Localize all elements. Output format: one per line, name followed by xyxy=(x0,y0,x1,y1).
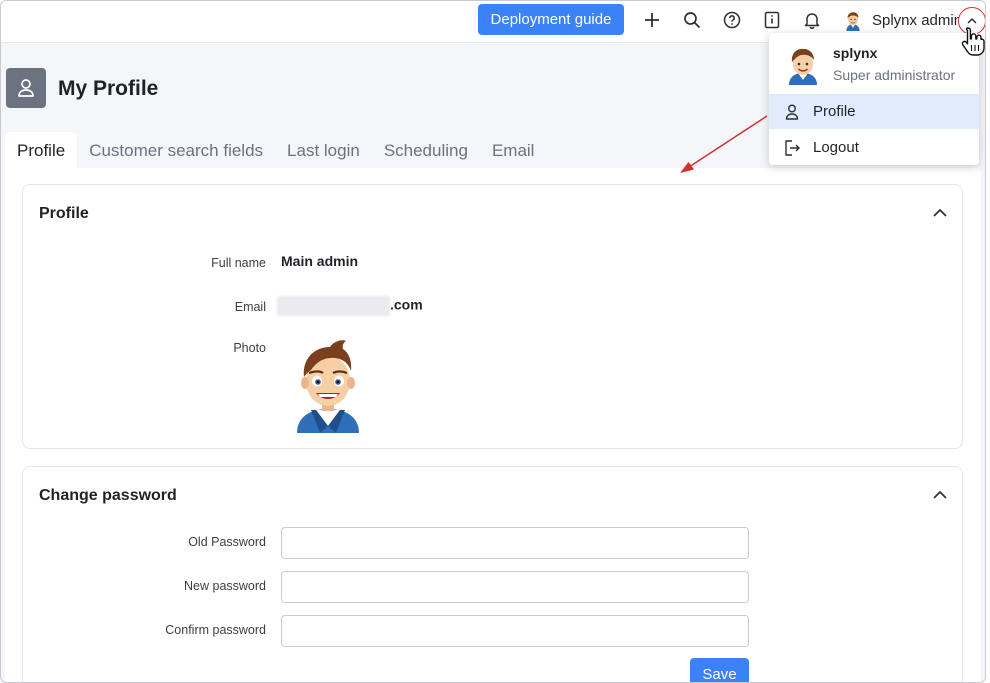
app-window: Deployment guide Splynx admin My Profile… xyxy=(0,0,986,683)
profile-card: Profile Full name Main admin Email .com … xyxy=(22,184,963,449)
new-password-input[interactable] xyxy=(281,571,749,603)
menu-item-profile-label: Profile xyxy=(813,103,856,120)
confirm-password-label: Confirm password xyxy=(165,623,266,637)
profile-photo-avatar xyxy=(297,340,359,433)
full-name-value: Main admin xyxy=(281,253,359,269)
collapse-chevron-icon[interactable] xyxy=(932,487,948,503)
change-password-title: Change password xyxy=(39,487,177,504)
confirm-password-input[interactable] xyxy=(281,615,749,647)
menu-item-logout-label: Logout xyxy=(813,139,859,156)
logout-icon xyxy=(785,139,800,156)
old-password-label: Old Password xyxy=(188,535,266,549)
change-password-card: Change password Old Password New passwor… xyxy=(22,466,963,682)
save-button[interactable]: Save xyxy=(690,658,749,682)
deployment-guide-button[interactable]: Deployment guide xyxy=(478,4,624,35)
user-avatar-icon[interactable] xyxy=(842,9,864,31)
profile-card-title: Profile xyxy=(39,205,89,222)
profile-page-icon xyxy=(6,68,46,108)
user-dropdown-menu: splynx Super administrator Profile Logou… xyxy=(769,33,979,165)
dropdown-user-role: Super administrator xyxy=(833,67,956,83)
menu-item-logout[interactable]: Logout xyxy=(769,130,979,165)
email-label: Email xyxy=(234,300,266,314)
tab-customer-search-fields[interactable]: Customer search fields xyxy=(77,132,275,168)
full-name-label: Full name xyxy=(211,256,266,270)
info-icon[interactable] xyxy=(761,9,783,31)
email-suffix: .com xyxy=(390,296,423,313)
user-icon xyxy=(785,104,799,120)
collapse-chevron-icon[interactable] xyxy=(932,205,948,221)
email-value: .com xyxy=(277,296,423,316)
page-title: My Profile xyxy=(58,77,159,100)
new-password-label: New password xyxy=(184,579,266,593)
tab-profile[interactable]: Profile xyxy=(5,132,78,168)
old-password-input[interactable] xyxy=(281,527,749,559)
tab-bar: Profile Customer search fields Last logi… xyxy=(5,132,546,168)
tab-email[interactable]: Email xyxy=(480,132,547,168)
search-icon[interactable] xyxy=(681,9,703,31)
hand-cursor-icon xyxy=(961,27,985,56)
plus-icon[interactable] xyxy=(641,9,663,31)
tab-last-login[interactable]: Last login xyxy=(275,132,372,168)
dropdown-avatar-icon xyxy=(789,48,817,85)
email-redacted xyxy=(277,296,390,316)
bell-icon[interactable] xyxy=(801,9,823,31)
menu-item-profile[interactable]: Profile xyxy=(769,94,979,129)
photo-label: Photo xyxy=(233,341,266,355)
help-icon[interactable] xyxy=(721,9,743,31)
user-name[interactable]: Splynx admin xyxy=(872,12,962,29)
tab-scheduling[interactable]: Scheduling xyxy=(372,132,480,168)
dropdown-user-name: splynx xyxy=(833,45,878,61)
tab-content: Profile Full name Main admin Email .com … xyxy=(5,168,981,682)
